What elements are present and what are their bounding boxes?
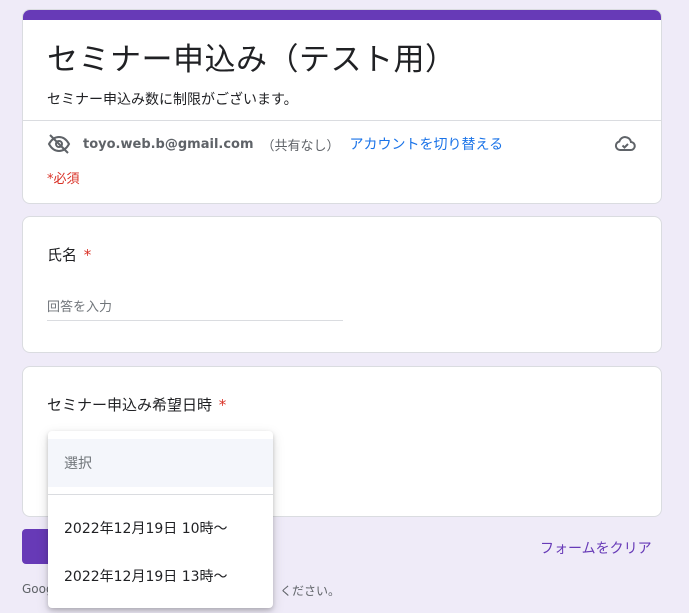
- form-description: セミナー申込み数に制限がございます。: [47, 92, 298, 108]
- required-note: *必須: [47, 172, 80, 187]
- date-dropdown-menu: 選択 2022年12月19日 10時～ 2022年12月19日 13時～: [48, 431, 273, 608]
- footer-text-right: ください。: [280, 584, 341, 598]
- required-asterisk: *: [218, 396, 227, 414]
- header-accent-bar: [23, 10, 661, 20]
- eye-off-icon: [47, 132, 71, 156]
- form-title: セミナー申込み（テスト用）: [47, 42, 457, 78]
- question-card-name: 氏名 *: [22, 216, 662, 353]
- question-title-text: セミナー申込み希望日時: [47, 396, 213, 414]
- clear-form-button[interactable]: フォームをクリア: [540, 538, 652, 558]
- switch-account-link[interactable]: アカウントを切り替える: [350, 134, 504, 154]
- form-header-card: セミナー申込み（テスト用） セミナー申込み数に制限がございます。 toyo.we…: [22, 9, 662, 204]
- question-title-name: 氏名 *: [47, 244, 91, 265]
- cloud-check-icon[interactable]: [613, 132, 637, 156]
- name-answer-input[interactable]: [47, 295, 343, 321]
- dropdown-option[interactable]: 2022年12月19日 13時～: [48, 552, 273, 600]
- dropdown-placeholder-option[interactable]: 選択: [48, 439, 273, 487]
- dropdown-option[interactable]: 2022年12月19日 10時～: [48, 504, 273, 552]
- required-asterisk: *: [83, 246, 92, 264]
- question-title-date: セミナー申込み希望日時 *: [47, 394, 226, 415]
- dropdown-divider: [48, 494, 273, 495]
- question-title-text: 氏名: [47, 246, 78, 264]
- account-row: toyo.web.b@gmail.com （共有なし） アカウントを切り替える: [47, 132, 637, 156]
- share-status: （共有なし）: [261, 138, 340, 154]
- account-email: toyo.web.b@gmail.com: [83, 136, 254, 152]
- header-divider: [23, 120, 661, 121]
